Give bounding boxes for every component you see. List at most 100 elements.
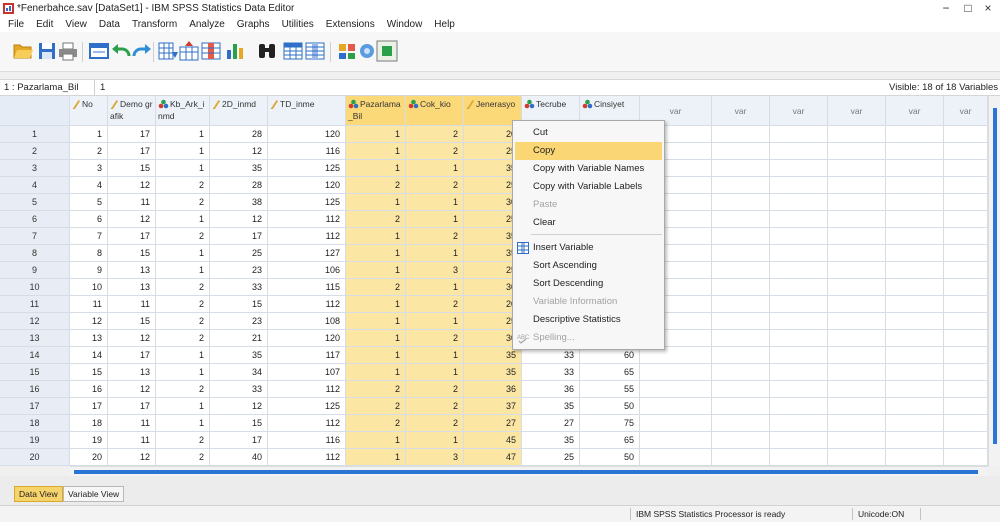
empty-cell[interactable]: [712, 381, 770, 398]
data-cell[interactable]: 2: [156, 330, 210, 347]
data-cell[interactable]: 15: [210, 296, 268, 313]
column-header-demo-grafik[interactable]: Demo grafik: [108, 96, 156, 126]
data-cell[interactable]: 1: [346, 313, 406, 330]
data-cell[interactable]: 12: [108, 177, 156, 194]
data-cell[interactable]: 1: [346, 160, 406, 177]
empty-cell[interactable]: [770, 279, 828, 296]
data-cell[interactable]: 33: [210, 279, 268, 296]
data-cell[interactable]: 1: [406, 313, 464, 330]
empty-cell[interactable]: [944, 262, 988, 279]
data-cell[interactable]: 12: [210, 398, 268, 415]
empty-cell[interactable]: [944, 279, 988, 296]
data-cell[interactable]: 50: [580, 398, 640, 415]
data-cell[interactable]: 2: [346, 415, 406, 432]
data-cell[interactable]: 65: [580, 364, 640, 381]
empty-cell[interactable]: [944, 330, 988, 347]
context-menu-insert-variable[interactable]: Insert Variable: [515, 239, 662, 257]
empty-cell[interactable]: [712, 313, 770, 330]
context-menu-spelling[interactable]: ABC Spelling...: [515, 329, 662, 347]
data-cell[interactable]: 1: [346, 228, 406, 245]
redo-icon[interactable]: [131, 40, 153, 62]
data-cell[interactable]: 117: [268, 347, 346, 364]
data-cell[interactable]: 1: [406, 245, 464, 262]
data-cell[interactable]: 2: [70, 143, 108, 160]
context-menu-copy-with-variable-labels[interactable]: Copy with Variable Labels: [515, 178, 662, 196]
split-file-icon[interactable]: [336, 40, 358, 62]
data-cell[interactable]: 28: [210, 126, 268, 143]
empty-cell[interactable]: [944, 245, 988, 262]
data-cell[interactable]: 17: [210, 432, 268, 449]
empty-cell[interactable]: [828, 143, 886, 160]
context-menu-sort-ascending[interactable]: Sort Ascending: [515, 257, 662, 275]
horizontal-scroll-thumb[interactable]: [74, 470, 978, 474]
horizontal-scrollbar[interactable]: [70, 466, 988, 476]
context-menu-paste[interactable]: Paste: [515, 196, 662, 214]
data-cell[interactable]: 2: [156, 432, 210, 449]
data-cell[interactable]: 23: [210, 313, 268, 330]
data-cell[interactable]: 17: [108, 347, 156, 364]
vertical-scrollbar[interactable]: [988, 96, 1000, 466]
empty-cell[interactable]: [828, 432, 886, 449]
empty-cell[interactable]: [712, 143, 770, 160]
row-number[interactable]: 12: [0, 313, 70, 330]
row-number[interactable]: 11: [0, 296, 70, 313]
empty-cell[interactable]: [770, 347, 828, 364]
context-menu-sort-descending[interactable]: Sort Descending: [515, 275, 662, 293]
data-cell[interactable]: 2: [156, 194, 210, 211]
weight-cases-icon[interactable]: [356, 40, 378, 62]
menu-utilities[interactable]: Utilities: [276, 17, 320, 32]
data-cell[interactable]: 1: [156, 398, 210, 415]
empty-cell[interactable]: [886, 262, 944, 279]
empty-cell[interactable]: [828, 313, 886, 330]
empty-cell[interactable]: [828, 245, 886, 262]
empty-cell[interactable]: [828, 296, 886, 313]
empty-cell[interactable]: [886, 398, 944, 415]
data-cell[interactable]: 1: [156, 347, 210, 364]
empty-cell[interactable]: [712, 279, 770, 296]
data-cell[interactable]: 12: [108, 449, 156, 466]
empty-cell[interactable]: [886, 432, 944, 449]
minimize-button[interactable]: −: [936, 1, 956, 15]
menu-graphs[interactable]: Graphs: [231, 17, 276, 32]
data-cell[interactable]: 1: [346, 245, 406, 262]
data-cell[interactable]: 106: [268, 262, 346, 279]
empty-cell[interactable]: [944, 194, 988, 211]
row-number[interactable]: 20: [0, 449, 70, 466]
data-cell[interactable]: 15: [108, 245, 156, 262]
data-cell[interactable]: 2: [156, 177, 210, 194]
undo-icon[interactable]: [110, 40, 132, 62]
row-header-corner[interactable]: [0, 96, 70, 126]
empty-cell[interactable]: [712, 432, 770, 449]
empty-cell[interactable]: [770, 398, 828, 415]
data-cell[interactable]: 1: [156, 160, 210, 177]
empty-cell[interactable]: [944, 398, 988, 415]
data-cell[interactable]: 125: [268, 160, 346, 177]
data-cell[interactable]: 1: [156, 143, 210, 160]
data-cell[interactable]: 2: [406, 228, 464, 245]
data-cell[interactable]: 1: [346, 364, 406, 381]
data-cell[interactable]: 2: [156, 381, 210, 398]
data-cell[interactable]: 2: [346, 177, 406, 194]
data-cell[interactable]: 1: [346, 330, 406, 347]
column-header-no[interactable]: No: [70, 96, 108, 126]
empty-cell[interactable]: [886, 381, 944, 398]
empty-cell[interactable]: [640, 398, 712, 415]
empty-cell[interactable]: [828, 262, 886, 279]
data-cell[interactable]: 1: [406, 160, 464, 177]
data-cell[interactable]: 7: [70, 228, 108, 245]
data-cell[interactable]: 17: [70, 398, 108, 415]
data-cell[interactable]: 15: [70, 364, 108, 381]
data-cell[interactable]: 112: [268, 228, 346, 245]
empty-cell[interactable]: [828, 415, 886, 432]
empty-cell[interactable]: [712, 160, 770, 177]
row-number[interactable]: 6: [0, 211, 70, 228]
data-cell[interactable]: 13: [108, 364, 156, 381]
empty-cell[interactable]: [770, 126, 828, 143]
data-cell[interactable]: 13: [108, 262, 156, 279]
data-cell[interactable]: 1: [346, 262, 406, 279]
menu-extensions[interactable]: Extensions: [320, 17, 381, 32]
empty-cell[interactable]: [886, 177, 944, 194]
data-cell[interactable]: 1: [156, 262, 210, 279]
empty-cell[interactable]: [828, 381, 886, 398]
column-header-td-inme[interactable]: TD_inme: [268, 96, 346, 126]
